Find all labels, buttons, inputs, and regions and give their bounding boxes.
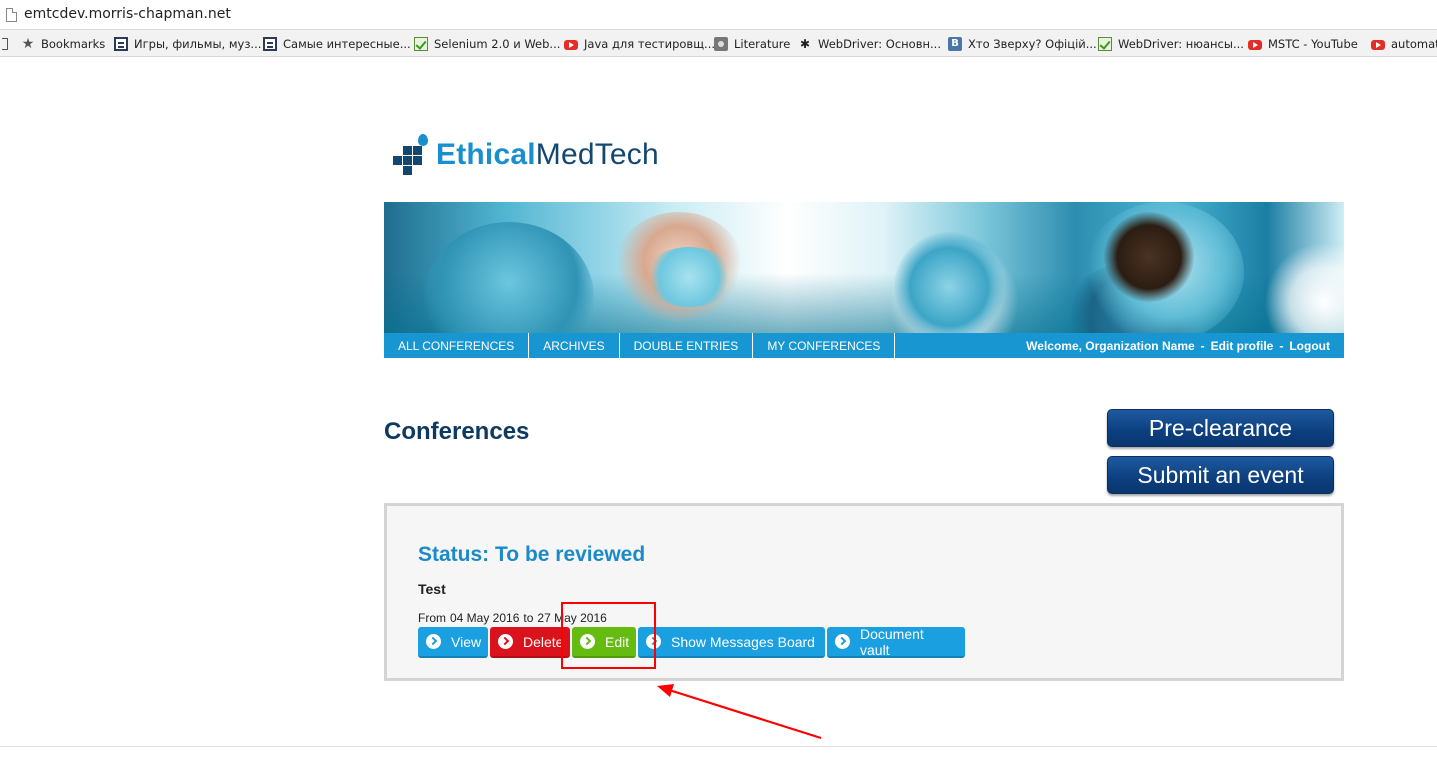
nav-my-conferences[interactable]: MY CONFERENCES <box>753 333 896 358</box>
vault-button-label: Document vault <box>860 625 924 658</box>
spider-icon: ✱ <box>799 37 811 51</box>
main-nav: ALL CONFERENCES ARCHIVES DOUBLE ENTRIES … <box>384 333 1344 358</box>
vk-icon: В <box>948 37 962 51</box>
submit-event-button[interactable]: Submit an event <box>1107 456 1334 494</box>
logo-text-part2: MedTech <box>535 138 659 171</box>
bookmark-label: MSTC - YouTube <box>1268 37 1358 51</box>
bookmark-page-icon <box>263 37 277 51</box>
youtube-icon <box>1248 40 1262 50</box>
conference-status: Status: To be reviewed <box>418 543 646 566</box>
youtube-icon <box>564 40 578 50</box>
address-bar[interactable]: emtcdev.morris-chapman.net <box>0 0 1437 30</box>
edit-profile-link[interactable]: Edit profile <box>1211 339 1274 353</box>
bookmark-label: Literature <box>734 37 791 51</box>
date-to: 27 May 2016 <box>537 611 607 625</box>
bookmark-label: WebDriver: нюансы... <box>1118 37 1244 51</box>
bookmark-label: Самые интересные... <box>283 37 411 51</box>
welcome-text: Welcome, Organization Name <box>1026 338 1195 353</box>
logo-text: EthicalMedTech <box>436 138 659 172</box>
arrow-right-icon <box>646 634 661 649</box>
pre-clearance-button[interactable]: Pre-clearance <box>1107 409 1334 447</box>
bookmark-label: automat <box>1391 37 1437 51</box>
checkmark-icon <box>1098 37 1112 51</box>
view-button-label: View <box>451 633 482 650</box>
conference-dates: From 04 May 2016 to 27 May 2016 <box>418 611 607 625</box>
bookmark-item[interactable]: WebDriver: нюансы... <box>1098 35 1244 53</box>
edit-button-label: Edit <box>605 633 630 650</box>
bookmark-item[interactable]: В Хто Зверху? Офіцій... <box>948 35 1097 53</box>
url-text[interactable]: emtcdev.morris-chapman.net <box>24 6 231 22</box>
logo-text-part1: Ethical <box>436 138 536 171</box>
checkmark-icon <box>414 37 428 51</box>
document-vault-button[interactable]: Document vault <box>827 625 965 658</box>
conference-name: Test <box>418 581 446 597</box>
bookmark-label: Игры, фильмы, муз... <box>134 37 262 51</box>
bookmark-item[interactable]: MSTC - YouTube <box>1248 35 1358 53</box>
bookmark-item[interactable]: Java для тестировщ... <box>564 35 715 53</box>
show-messages-board-button[interactable]: Show Messages Board <box>638 627 825 658</box>
logout-link[interactable]: Logout <box>1289 339 1330 353</box>
logo-mark-icon <box>390 134 430 176</box>
page-title: Conferences <box>384 418 530 445</box>
separator: - <box>1279 338 1284 353</box>
folder-icon <box>714 37 728 51</box>
bookmark-item[interactable]: Literature <box>714 35 790 53</box>
nav-archives[interactable]: ARCHIVES <box>529 333 620 358</box>
footer-divider <box>0 746 1437 747</box>
date-from: 04 May 2016 <box>450 611 520 625</box>
star-icon: ★ <box>21 36 35 52</box>
bookmark-apps[interactable] <box>2 35 14 53</box>
separator: - <box>1200 338 1205 353</box>
nav-double-entries[interactable]: DOUBLE ENTRIES <box>620 333 754 358</box>
bookmark-item[interactable]: Самые интересные... <box>263 35 411 53</box>
conference-card: Status: To be reviewed Test From 04 May … <box>384 503 1344 681</box>
conference-actions: View Delete Edit Show Messages Board Doc… <box>418 625 965 658</box>
header-banner-image <box>384 202 1344 333</box>
messages-button-label: Show Messages Board <box>671 633 815 650</box>
page-icon <box>2 38 8 50</box>
bookmark-page-icon <box>114 37 128 51</box>
bookmarks-bar: ★ Bookmarks Игры, фильмы, муз... Самые и… <box>0 30 1437 57</box>
bookmark-item[interactable]: ✱ WebDriver: Основн... <box>798 35 941 53</box>
youtube-icon <box>1371 40 1385 50</box>
bookmark-item[interactable]: Selenium 2.0 и Web... <box>414 35 560 53</box>
bookmark-label: WebDriver: Основн... <box>818 37 941 51</box>
welcome-area: Welcome, Organization Name - Edit profil… <box>1023 333 1344 358</box>
site-logo[interactable]: EthicalMedTech <box>390 133 659 177</box>
arrow-right-icon <box>580 634 595 649</box>
date-from-label: From <box>418 611 446 625</box>
view-button[interactable]: View <box>418 627 488 658</box>
arrow-right-icon <box>835 634 850 649</box>
edit-button[interactable]: Edit <box>572 627 636 658</box>
date-to-label: to <box>523 611 534 625</box>
delete-button[interactable]: Delete <box>490 627 570 658</box>
bookmark-label: Хто Зверху? Офіцій... <box>968 37 1097 51</box>
bookmark-bookmarks[interactable]: ★ Bookmarks <box>21 35 106 53</box>
nav-all-conferences[interactable]: ALL CONFERENCES <box>384 333 530 358</box>
bookmark-item[interactable]: automat <box>1371 35 1437 53</box>
bookmark-label: Selenium 2.0 и Web... <box>434 37 561 51</box>
bookmark-item[interactable]: Игры, фильмы, муз... <box>114 35 261 53</box>
bookmark-label: Java для тестировщ... <box>584 37 716 51</box>
page-icon <box>6 8 17 22</box>
arrow-right-icon <box>498 634 513 649</box>
arrow-right-icon <box>426 634 441 649</box>
delete-button-label: Delete <box>523 633 564 650</box>
bookmark-label: Bookmarks <box>41 37 106 51</box>
